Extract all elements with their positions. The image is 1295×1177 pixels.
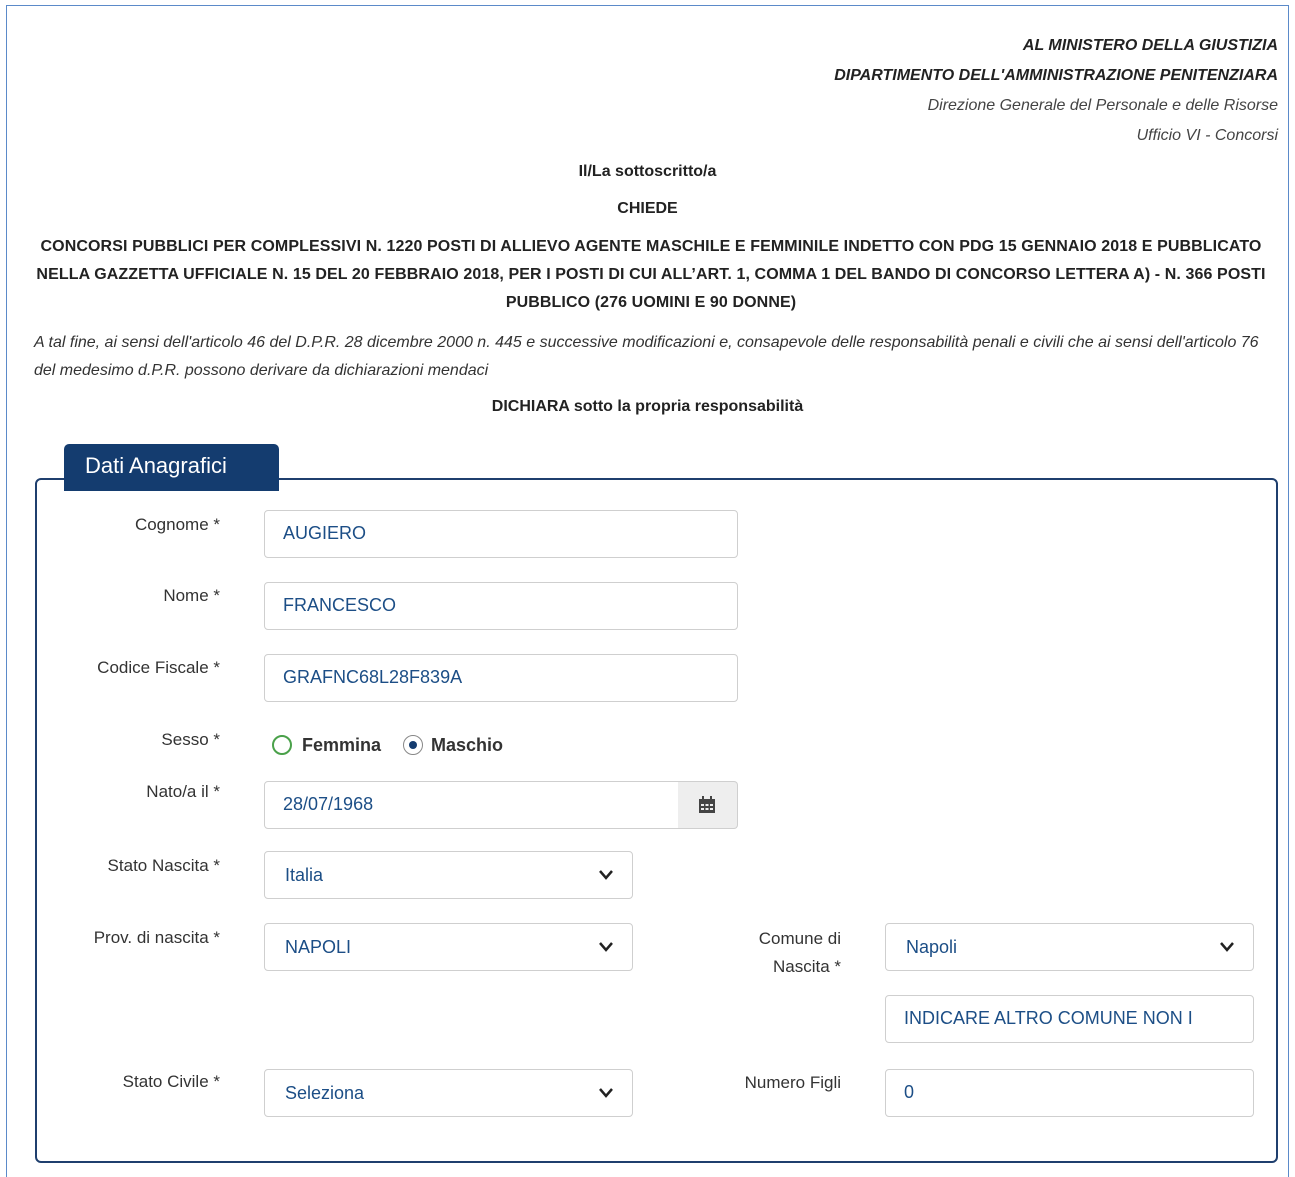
nato-il-label: Nato/a il * bbox=[146, 782, 220, 801]
stato-nascita-label: Stato Nascita * bbox=[107, 856, 220, 875]
header-direzione: Direzione Generale del Personale e delle… bbox=[927, 97, 1278, 114]
cognome-input[interactable]: AUGIERO bbox=[264, 510, 738, 558]
concorso-title: CONCORSI PUBBLICI PER COMPLESSIVI N. 122… bbox=[36, 238, 1266, 311]
stato-nascita-value: Italia bbox=[285, 865, 324, 885]
femmina-radio[interactable] bbox=[272, 735, 292, 755]
nome-input[interactable]: FRANCESCO bbox=[264, 582, 738, 630]
comune-nascita-select[interactable]: Napoli bbox=[885, 923, 1254, 971]
chevron-down-icon bbox=[599, 870, 613, 880]
prov-nascita-value: NAPOLI bbox=[285, 937, 352, 957]
comune-nascita-label: Comune di Nascita * bbox=[700, 925, 841, 981]
header-ufficio: Ufficio VI - Concorsi bbox=[1136, 127, 1278, 144]
altro-comune-input[interactable]: INDICARE ALTRO COMUNE NON I bbox=[885, 995, 1254, 1043]
nato-il-input[interactable]: 28/07/1968 bbox=[264, 781, 679, 829]
chevron-down-icon bbox=[599, 942, 613, 952]
chiede-label: CHIEDE bbox=[617, 200, 678, 217]
header-dipartimento: DIPARTIMENTO DELL'AMMINISTRAZIONE PENITE… bbox=[834, 67, 1278, 84]
codice-fiscale-input[interactable]: GRAFNC68L28F839A bbox=[264, 654, 738, 702]
chevron-down-icon bbox=[599, 1088, 613, 1098]
stato-nascita-select[interactable]: Italia bbox=[264, 851, 633, 899]
prov-nascita-select[interactable]: NAPOLI bbox=[264, 923, 633, 971]
numero-figli-label: Numero Figli bbox=[744, 1073, 841, 1092]
numero-figli-input[interactable]: 0 bbox=[885, 1069, 1254, 1117]
comune-nascita-value: Napoli bbox=[906, 937, 958, 957]
date-picker-button[interactable] bbox=[678, 781, 738, 829]
comune-nascita-label-line1: Comune di bbox=[758, 929, 841, 948]
dati-anagrafici-legend: Dati Anagrafici bbox=[64, 444, 279, 491]
comune-nascita-label-line2: Nascita * bbox=[772, 957, 841, 976]
femmina-radio-label[interactable]: Femmina bbox=[302, 735, 381, 756]
stato-civile-value: Seleziona bbox=[285, 1083, 365, 1103]
declaration-text: A tal fine, ai sensi dell'articolo 46 de… bbox=[34, 334, 1259, 379]
maschio-radio[interactable] bbox=[403, 735, 423, 755]
dichiara-label: DICHIARA sotto la propria responsabilità bbox=[491, 398, 804, 415]
maschio-radio-label[interactable]: Maschio bbox=[431, 735, 503, 756]
cognome-label: Cognome * bbox=[134, 515, 220, 534]
nome-label: Nome * bbox=[163, 586, 220, 605]
sesso-label: Sesso * bbox=[161, 730, 220, 749]
stato-civile-label: Stato Civile * bbox=[122, 1072, 220, 1091]
prov-nascita-label: Prov. di nascita * bbox=[93, 928, 220, 947]
calendar-icon bbox=[699, 796, 715, 813]
header-ministero: AL MINISTERO DELLA GIUSTIZIA bbox=[1022, 37, 1278, 54]
chevron-down-icon bbox=[1220, 942, 1234, 952]
sottoscritto-label: Il/La sottoscritto/a bbox=[578, 163, 717, 180]
stato-civile-select[interactable]: Seleziona bbox=[264, 1069, 633, 1117]
codice-fiscale-label: Codice Fiscale * bbox=[97, 658, 220, 677]
